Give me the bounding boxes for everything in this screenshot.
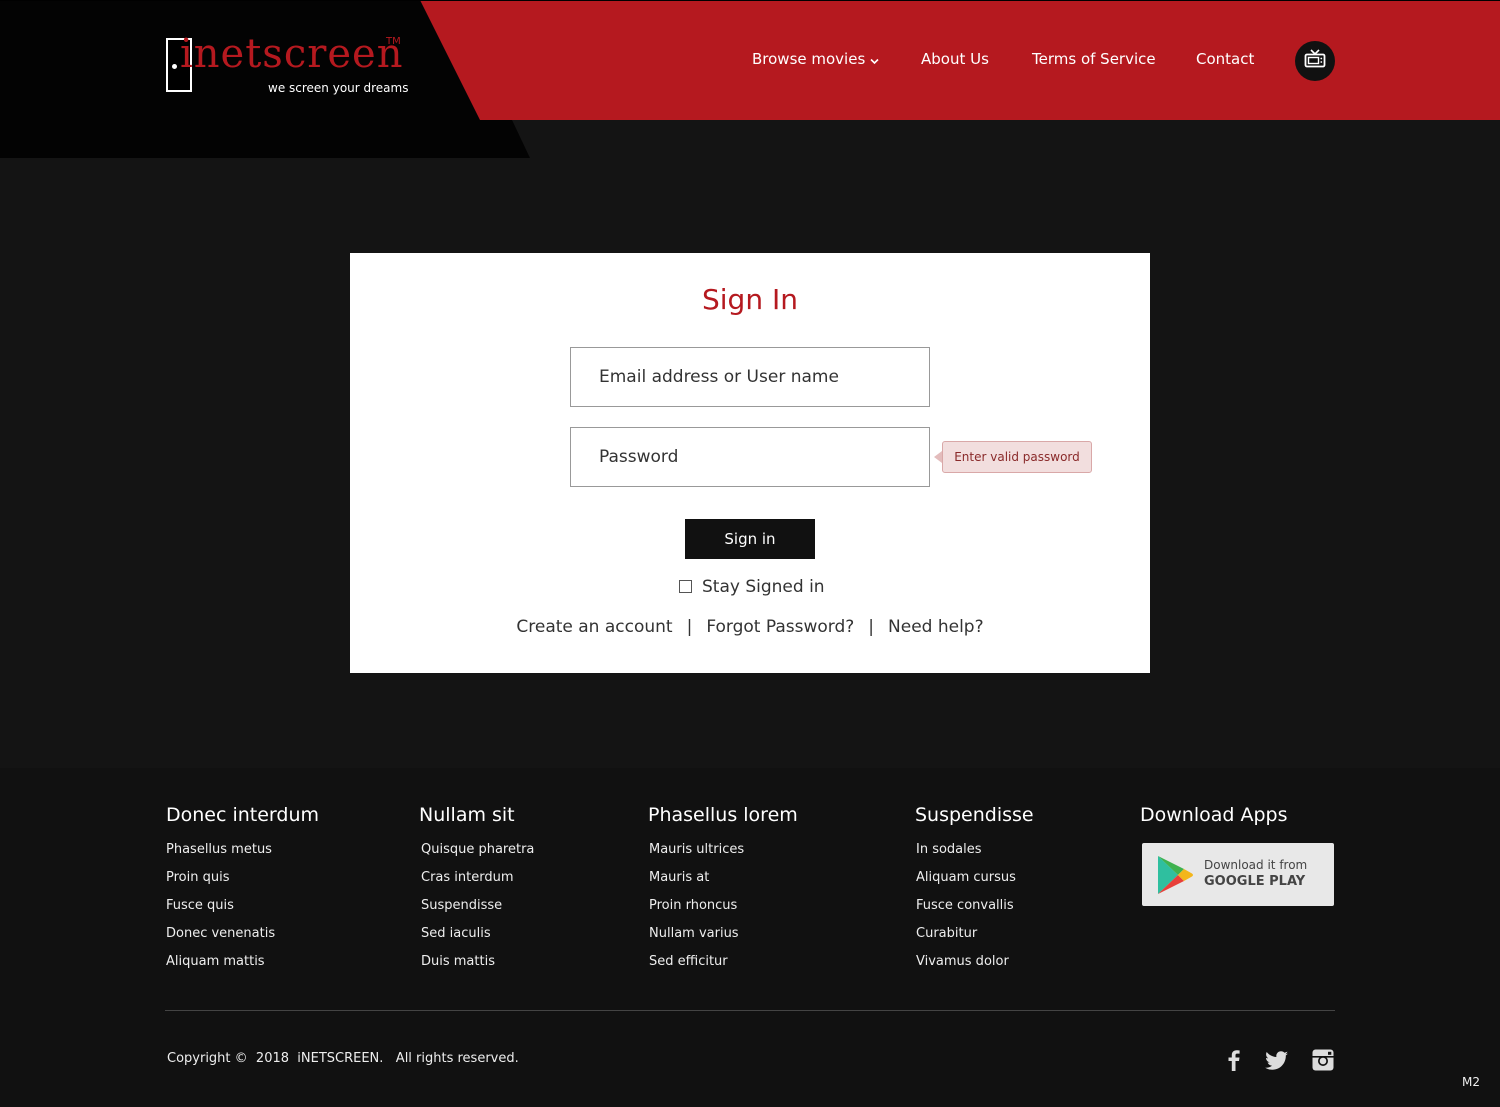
nav-browse-movies-label: Browse movies (752, 50, 866, 68)
chevron-down-icon (870, 51, 879, 69)
nav-terms-of-service[interactable]: Terms of Service (1032, 50, 1156, 68)
footer-link[interactable]: Fusce quis (166, 892, 319, 920)
footer-column-title: Donec interdum (166, 804, 320, 826)
signin-links: Create an account | Forgot Password? | Need … (350, 617, 1150, 637)
footer-link[interactable]: Proin rhoncus (649, 892, 798, 920)
footer-column-title: Nullam sit (419, 804, 515, 826)
signin-title: Sign In (702, 283, 798, 316)
site-header: inetscreen TM we screen your dreams Brow… (0, 0, 1500, 158)
stay-signed-in-label: Stay Signed in (702, 577, 825, 597)
password-field[interactable] (570, 427, 930, 487)
need-help-link[interactable]: Need help? (888, 617, 984, 637)
footer-link[interactable]: Aliquam cursus (916, 864, 1034, 892)
footer-link[interactable]: Curabitur (916, 920, 1034, 948)
footer-link[interactable]: Cras interdum (421, 864, 534, 892)
footer-link[interactable]: Mauris ultrices (649, 836, 798, 864)
footer-link[interactable]: Duis mattis (421, 948, 534, 976)
email-field[interactable] (570, 347, 930, 407)
nav-browse-movies[interactable]: Browse movies (752, 50, 879, 69)
google-play-line2: GOOGLE PLAY (1204, 874, 1306, 889)
footer-link[interactable]: Quisque pharetra (421, 836, 534, 864)
google-play-line1: Download it from (1204, 858, 1308, 872)
link-separator: | (686, 617, 693, 637)
footer-column-2: Nullam sit Quisque pharetra Cras interdu… (419, 804, 534, 976)
instagram-icon[interactable] (1311, 1048, 1335, 1072)
nav-about-us[interactable]: About Us (921, 50, 989, 68)
nav-contact[interactable]: Contact (1196, 50, 1254, 68)
password-error-tooltip: Enter valid password (942, 441, 1092, 473)
tv-icon (1304, 49, 1326, 73)
twitter-icon[interactable] (1265, 1048, 1289, 1072)
footer-link[interactable]: Phasellus metus (166, 836, 319, 864)
footer-column-title: Phasellus lorem (648, 804, 798, 826)
google-play-badge[interactable]: Download it from GOOGLE PLAY (1142, 843, 1334, 906)
logo-trademark: TM (386, 36, 401, 47)
header-top-line (0, 0, 1500, 1)
site-footer: Donec interdum Phasellus metus Proin qui… (0, 768, 1500, 1107)
footer-link[interactable]: Nullam varius (649, 920, 798, 948)
footer-link[interactable]: Fusce convallis (916, 892, 1034, 920)
footer-link[interactable]: In sodales (916, 836, 1034, 864)
google-play-icon (1156, 854, 1194, 900)
error-tooltip-arrow (934, 451, 942, 463)
copyright-text: Copyright © 2018 iNETSCREEN. All rights … (167, 1051, 519, 1066)
footer-link[interactable]: Donec venenatis (166, 920, 319, 948)
footer-link[interactable]: Proin quis (166, 864, 319, 892)
facebook-icon[interactable] (1222, 1048, 1246, 1072)
signin-button[interactable]: Sign in (685, 519, 815, 559)
footer-link[interactable]: Suspendisse (421, 892, 534, 920)
logo-tagline: we screen your dreams (268, 81, 409, 95)
footer-link[interactable]: Sed efficitur (649, 948, 798, 976)
footer-apps-column: Download Apps (1140, 804, 1288, 836)
main-nav: Browse movies About Us Terms of Service … (0, 50, 1500, 72)
version-label: M2 (1462, 1075, 1480, 1089)
footer-divider (165, 1010, 1335, 1011)
footer-link[interactable]: Aliquam mattis (166, 948, 319, 976)
footer-link[interactable]: Vivamus dolor (916, 948, 1034, 976)
create-account-link[interactable]: Create an account (516, 617, 672, 637)
footer-column-title: Suspendisse (915, 804, 1034, 826)
signin-card: Sign In Enter valid password Sign in Sta… (350, 253, 1150, 673)
footer-link[interactable]: Mauris at (649, 864, 798, 892)
link-separator: | (868, 617, 875, 637)
footer-column-3: Phasellus lorem Mauris ultrices Mauris a… (648, 804, 798, 976)
stay-signed-in-checkbox[interactable] (679, 580, 692, 593)
download-apps-title: Download Apps (1140, 804, 1288, 826)
footer-column-4: Suspendisse In sodales Aliquam cursus Fu… (915, 804, 1034, 976)
tv-button[interactable] (1295, 41, 1335, 81)
footer-column-1: Donec interdum Phasellus metus Proin qui… (166, 804, 319, 976)
footer-link[interactable]: Sed iaculis (421, 920, 534, 948)
forgot-password-link[interactable]: Forgot Password? (706, 617, 854, 637)
